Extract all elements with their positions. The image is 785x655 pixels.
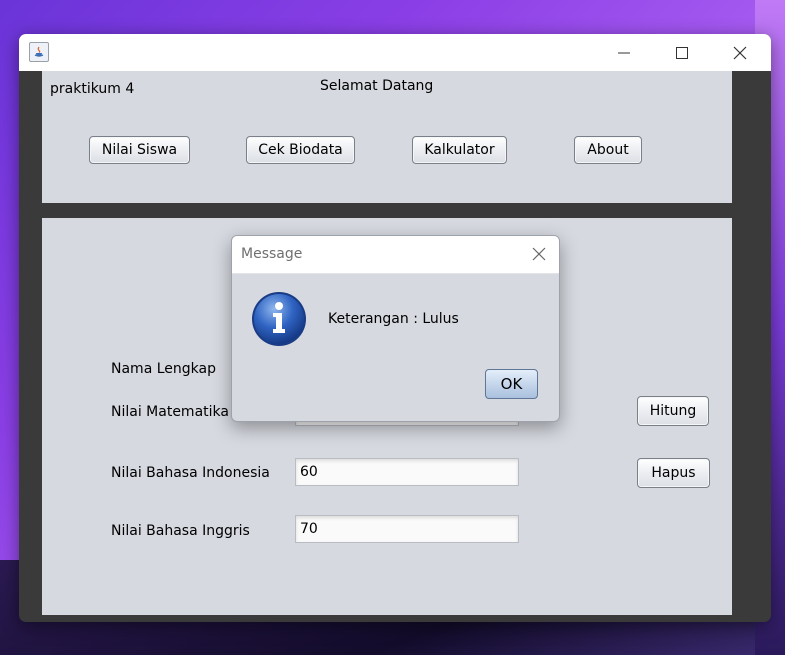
hapus-button[interactable]: Hapus (637, 458, 710, 488)
close-button[interactable] (717, 34, 763, 71)
welcome-title: Selamat Datang (320, 78, 434, 94)
nilai-matematika-label: Nilai Matematika (111, 404, 229, 420)
java-app-icon (29, 42, 49, 62)
minimize-icon (618, 52, 630, 53)
nilai-bahasa-indonesia-label: Nilai Bahasa Indonesia (111, 465, 270, 481)
window-titlebar (19, 34, 771, 71)
message-dialog: Message Keterangan : Lulus OK (231, 235, 560, 422)
dialog-close-button[interactable] (527, 242, 551, 266)
nama-lengkap-label: Nama Lengkap (111, 361, 216, 377)
header-panel: praktikum 4 Selamat Datang Nilai Siswa C… (42, 71, 732, 203)
maximize-button[interactable] (659, 34, 705, 71)
nilai-bahasa-inggris-input[interactable]: 70 (295, 515, 519, 543)
minimize-button[interactable] (601, 34, 647, 71)
dialog-message: Keterangan : Lulus (328, 311, 459, 327)
maximize-icon (676, 46, 688, 59)
nilai-bahasa-inggris-label: Nilai Bahasa Inggris (111, 523, 250, 539)
nilai-siswa-button[interactable]: Nilai Siswa (89, 136, 190, 164)
ok-button[interactable]: OK (485, 369, 538, 399)
hitung-button[interactable]: Hitung (637, 396, 709, 426)
close-icon (532, 247, 546, 261)
app-label: praktikum 4 (50, 81, 135, 97)
kalkulator-button[interactable]: Kalkulator (412, 136, 507, 164)
dialog-title: Message (241, 246, 303, 262)
close-icon (733, 46, 747, 59)
about-button[interactable]: About (574, 136, 642, 164)
nilai-bahasa-indonesia-input[interactable]: 60 (295, 458, 519, 486)
cek-biodata-button[interactable]: Cek Biodata (246, 136, 355, 164)
info-icon (251, 291, 307, 347)
dialog-titlebar: Message (232, 236, 559, 274)
